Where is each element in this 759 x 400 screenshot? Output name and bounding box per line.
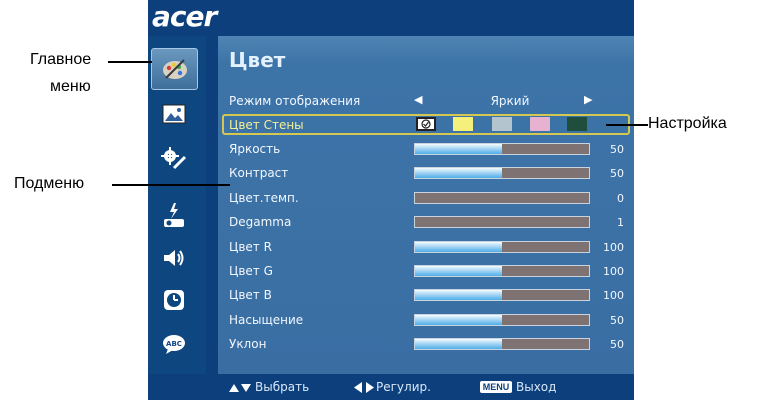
setting-slider[interactable] [414, 289, 590, 301]
setting-label: Яркость [229, 142, 281, 156]
setting-label: Цвет R [229, 240, 272, 254]
footer-select-label: Выбрать [255, 380, 310, 394]
setting-label: Цвет G [229, 264, 273, 278]
setting-slider[interactable] [414, 241, 590, 253]
sidebar-item-image[interactable] [151, 94, 197, 134]
callout-setting-leader [606, 124, 648, 126]
slider-fill [415, 168, 502, 178]
setting-value: 50 [610, 143, 624, 156]
setting-value: 50 [610, 338, 624, 351]
projector-icon [164, 203, 184, 227]
setting-slider[interactable] [414, 143, 590, 155]
page-title: Цвет [229, 48, 286, 72]
setting-value: 50 [610, 314, 624, 327]
callout-main-menu-leader [108, 61, 152, 63]
language-icon: ABC [163, 335, 185, 354]
svg-text:ABC: ABC [166, 340, 182, 348]
setting-slider[interactable] [414, 167, 590, 179]
sidebar-item-timer[interactable] [151, 280, 197, 320]
setting-label: Уклон [229, 337, 267, 351]
display-mode-value[interactable]: Яркий [480, 94, 540, 108]
callout-submenu: Подменю [14, 175, 85, 192]
sidebar-item-color[interactable] [151, 48, 198, 90]
wall-color-swatch-yellow[interactable] [453, 117, 473, 131]
wall-color-swatch-green[interactable] [567, 117, 587, 131]
setting-value: 0 [617, 192, 624, 205]
setting-label: Цвет B [229, 288, 272, 302]
wall-color-swatch-pink[interactable] [530, 117, 550, 131]
checkmark-icon [421, 119, 431, 129]
callout-main-menu-line2: меню [50, 78, 91, 95]
sidebar-item-settings[interactable] [151, 138, 197, 178]
slider-fill [415, 144, 502, 154]
slider-fill [415, 339, 502, 349]
image-icon [162, 104, 186, 124]
display-mode-label: Режим отображения [229, 94, 361, 108]
setting-value: 100 [603, 289, 624, 302]
setting-slider[interactable] [414, 192, 590, 204]
slider-fill [415, 242, 502, 252]
setting-label: Degamma [229, 215, 292, 229]
sidebar-item-language[interactable]: ABC [151, 324, 197, 364]
speaker-icon [164, 250, 184, 266]
setting-value: 100 [603, 241, 624, 254]
setting-label: Насыщение [229, 313, 304, 327]
callout-main-menu-line1: Главное [30, 51, 92, 68]
callout-setting: Настройка [648, 115, 727, 132]
callout-submenu-leader [112, 184, 230, 186]
setting-value: 1 [617, 216, 624, 229]
acer-logo: acer [152, 0, 217, 33]
sidebar-item-management[interactable] [151, 196, 197, 236]
footer-exit-label: Выход [516, 380, 557, 394]
settings-icon [161, 147, 187, 170]
setting-label: Цвет.темп. [229, 191, 299, 205]
color-palette-icon [162, 59, 187, 79]
display-mode-left-arrow[interactable]: ◀ [414, 93, 422, 106]
setting-slider[interactable] [414, 338, 590, 350]
slider-fill [415, 266, 502, 276]
menu-key-badge: MENU [480, 381, 512, 393]
setting-value: 50 [610, 167, 624, 180]
wall-color-label: Цвет Стены [229, 118, 304, 132]
setting-label: Контраст [229, 166, 289, 180]
slider-fill [415, 290, 502, 300]
left-right-arrows-icon [354, 382, 374, 393]
setting-slider[interactable] [414, 216, 590, 228]
footer-adjust-label: Регулир. [376, 380, 431, 394]
clock-icon [164, 290, 184, 310]
setting-slider[interactable] [414, 314, 590, 326]
wall-color-off-swatch[interactable] [416, 117, 436, 131]
slider-fill [415, 315, 502, 325]
up-down-arrows-icon [229, 384, 251, 392]
setting-slider[interactable] [414, 265, 590, 277]
display-mode-right-arrow[interactable]: ▶ [584, 93, 592, 106]
sidebar-item-audio[interactable] [151, 238, 197, 278]
setting-value: 100 [603, 265, 624, 278]
wall-color-swatch-grey[interactable] [492, 117, 512, 131]
